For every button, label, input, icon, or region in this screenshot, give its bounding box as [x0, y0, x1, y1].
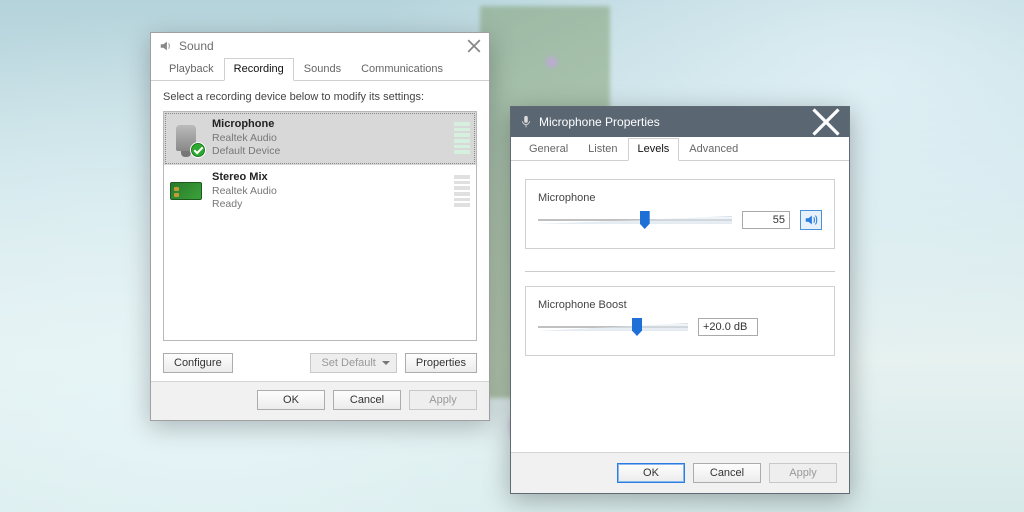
cancel-button[interactable]: Cancel [693, 463, 761, 483]
apply-button[interactable]: Apply [769, 463, 837, 483]
tab-recording[interactable]: Recording [224, 58, 294, 81]
mic-boost-slider[interactable] [538, 317, 688, 337]
microphone-icon [519, 115, 533, 129]
mic-level-group: Microphone 55 [525, 179, 835, 249]
default-check-icon [190, 142, 206, 158]
set-default-button[interactable]: Set Default [310, 353, 396, 373]
configure-button[interactable]: Configure [163, 353, 233, 373]
device-info: Stereo Mix Realtek Audio Ready [212, 171, 444, 211]
tab-communications[interactable]: Communications [351, 58, 453, 81]
sound-tabstrip: Playback Recording Sounds Communications [151, 57, 489, 81]
device-name: Microphone [212, 118, 444, 132]
device-status: Default Device [212, 145, 444, 158]
sound-instruction: Select a recording device below to modif… [163, 91, 477, 103]
tab-levels[interactable]: Levels [628, 138, 680, 161]
mic-boost-group: Microphone Boost +20.0 dB [525, 286, 835, 356]
device-name: Stereo Mix [212, 171, 444, 185]
props-titlebar[interactable]: Microphone Properties [511, 107, 849, 137]
device-info: Microphone Realtek Audio Default Device [212, 118, 444, 158]
device-list[interactable]: Microphone Realtek Audio Default Device … [163, 111, 477, 341]
tab-playback[interactable]: Playback [159, 58, 224, 81]
level-meter [452, 173, 472, 209]
device-icon [168, 173, 204, 209]
sound-content: Select a recording device below to modif… [151, 81, 489, 345]
sound-titlebar[interactable]: Sound [151, 33, 489, 57]
device-desc: Realtek Audio [212, 132, 444, 145]
close-icon[interactable] [467, 39, 481, 53]
props-tabstrip: General Listen Levels Advanced [511, 137, 849, 161]
level-meter [452, 120, 472, 156]
apply-button[interactable]: Apply [409, 390, 477, 410]
soundcard-icon [170, 182, 202, 200]
device-desc: Realtek Audio [212, 185, 444, 198]
sound-bottom-bar: OK Cancel Apply [151, 381, 489, 420]
mic-level-label: Microphone [538, 192, 822, 204]
mic-properties-dialog: Microphone Properties General Listen Lev… [510, 106, 850, 494]
separator [525, 271, 835, 272]
cancel-button[interactable]: Cancel [333, 390, 401, 410]
ok-button[interactable]: OK [617, 463, 685, 483]
props-title-text: Microphone Properties [539, 115, 805, 129]
mic-level-value[interactable]: 55 [742, 211, 790, 229]
device-item[interactable]: Microphone Realtek Audio Default Device [164, 112, 476, 165]
mic-level-row: 55 [538, 210, 822, 230]
sound-action-row: Configure Set Default Properties [151, 345, 489, 381]
properties-button[interactable]: Properties [405, 353, 477, 373]
speaker-icon [159, 39, 173, 53]
close-icon[interactable] [811, 113, 841, 131]
sound-title-text: Sound [179, 39, 461, 53]
mic-level-slider[interactable] [538, 210, 732, 230]
tab-listen[interactable]: Listen [578, 138, 627, 161]
tab-general[interactable]: General [519, 138, 578, 161]
device-icon [168, 120, 204, 156]
device-status: Ready [212, 198, 444, 211]
tab-sounds[interactable]: Sounds [294, 58, 351, 81]
mic-boost-row: +20.0 dB [538, 317, 822, 337]
ok-button[interactable]: OK [257, 390, 325, 410]
mute-toggle-button[interactable] [800, 210, 822, 230]
mic-boost-value[interactable]: +20.0 dB [698, 318, 758, 336]
props-content: Microphone 55 Microphone Boost [511, 161, 849, 452]
slider-thumb[interactable] [632, 318, 642, 336]
sound-dialog: Sound Playback Recording Sounds Communic… [150, 32, 490, 421]
device-item[interactable]: Stereo Mix Realtek Audio Ready [164, 165, 476, 218]
slider-thumb[interactable] [640, 211, 650, 229]
props-bottom-bar: OK Cancel Apply [511, 452, 849, 493]
mic-boost-label: Microphone Boost [538, 299, 822, 311]
tab-advanced[interactable]: Advanced [679, 138, 748, 161]
